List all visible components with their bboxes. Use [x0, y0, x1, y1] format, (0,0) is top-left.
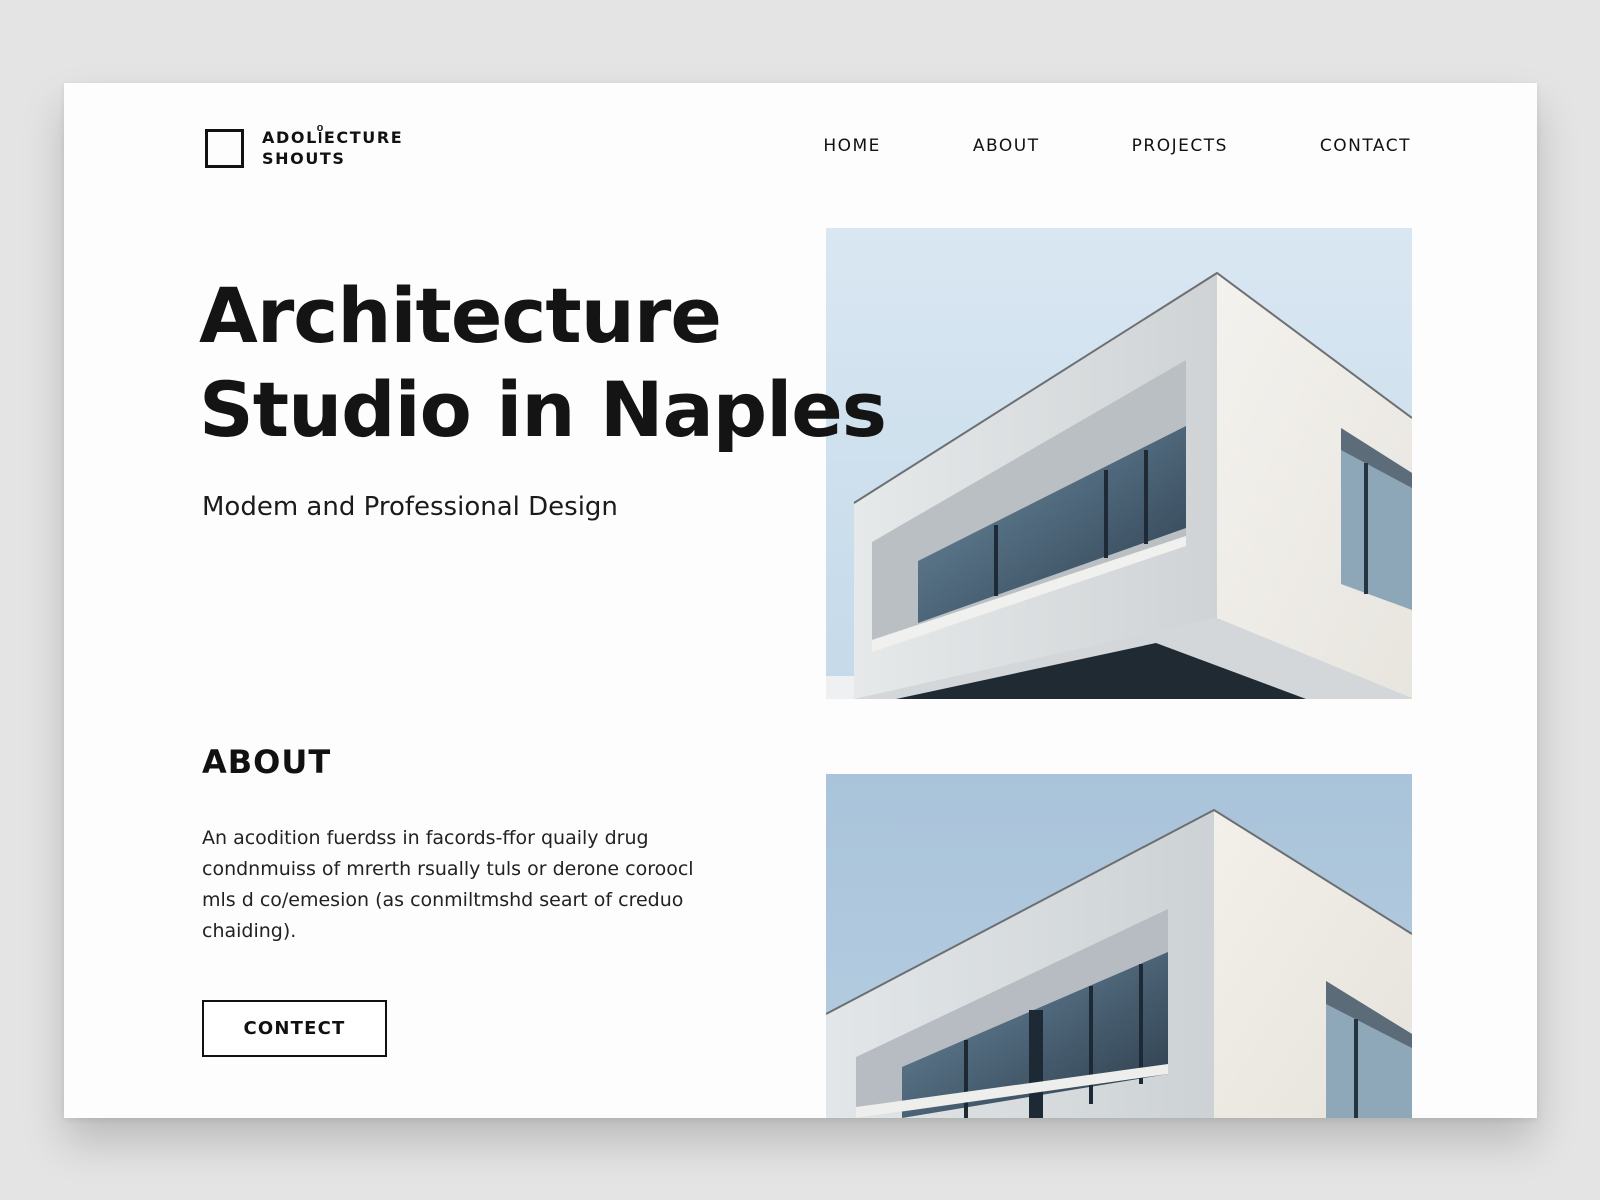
hero-subtitle: Modem and Professional Design	[202, 492, 618, 522]
nav-about[interactable]: ABOUT	[973, 136, 1040, 156]
about-heading: ABOUT	[202, 743, 332, 781]
nav-home[interactable]: HOME	[823, 136, 881, 156]
nav-projects[interactable]: PROJECTS	[1132, 136, 1228, 156]
main-nav: HOME ABOUT PROJECTS CONTACT	[823, 136, 1411, 156]
logo-line-1: ADOLIͦECTURE	[262, 128, 404, 147]
landing-page: ADOLIͦECTURE SHOUTS HOME ABOUT PROJECTS …	[64, 83, 1537, 1118]
project-building-photo	[826, 774, 1412, 1118]
logo-square-icon	[205, 128, 244, 168]
contact-button[interactable]: CONTECT	[202, 1000, 387, 1057]
hero-title-line-1: Architecture	[199, 271, 722, 360]
site-logo[interactable]: ADOLIͦECTURE SHOUTS	[205, 127, 403, 169]
logo-line-2: SHOUTS	[262, 149, 346, 168]
about-body-text: An acodition fuerdss in facords-ffor qua…	[202, 827, 694, 942]
hero-title: Architecture Studio in Naples	[199, 269, 887, 457]
nav-contact[interactable]: CONTACT	[1320, 136, 1411, 156]
hero-building-photo	[826, 228, 1412, 699]
logo-text: ADOLIͦECTURE SHOUTS	[262, 127, 403, 169]
hero-title-line-2: Studio in Naples	[199, 365, 887, 454]
